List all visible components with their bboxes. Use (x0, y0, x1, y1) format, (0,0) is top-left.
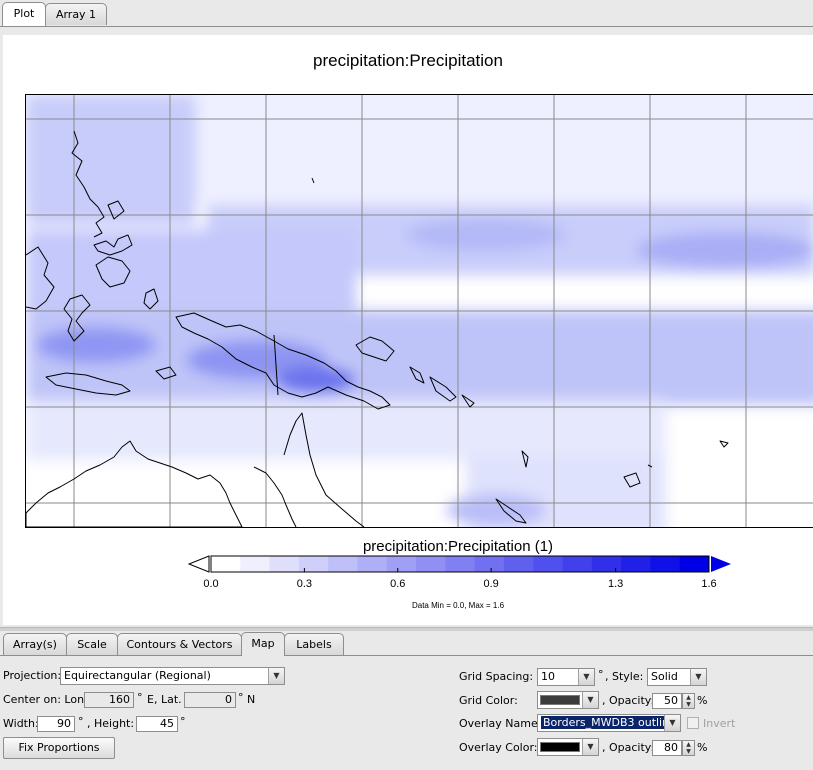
chevron-down-icon[interactable]: ▼ (690, 669, 706, 685)
grid-color-select[interactable]: ▼ (537, 691, 599, 709)
precip-core-north (406, 219, 566, 251)
percent-sign: % (697, 741, 708, 754)
precip-core-west (36, 327, 156, 363)
precip-core-newguinea (276, 366, 356, 394)
chevron-down-icon[interactable]: ▼ (664, 715, 680, 731)
projection-label: Projection: (3, 669, 62, 682)
colorbar-segment (328, 556, 358, 572)
center-lon-label: Center on: Lon. (3, 693, 88, 706)
grid-style-value: Solid (651, 670, 678, 683)
tab-contours-vectors[interactable]: Contours & Vectors (117, 633, 242, 655)
overlay-color-swatch (540, 742, 580, 752)
colorbar (187, 555, 731, 573)
colorbar-segment (386, 556, 417, 572)
center-lat-label: E, Lat. (147, 693, 182, 706)
north-label: N (247, 693, 256, 706)
projection-select[interactable]: Equirectangular (Regional) ▼ (60, 667, 285, 685)
colorbar-segment (533, 556, 564, 572)
plot-panel: precipitation:Precipitation precipitatio… (3, 35, 813, 625)
precip-west-mass (26, 230, 356, 320)
map-svg (26, 95, 813, 527)
invert-label: Invert (703, 717, 736, 730)
width-field[interactable]: 90 (37, 716, 75, 732)
colorbar-tick-label: 0.6 (390, 578, 406, 590)
grid-style-select[interactable]: Solid ▼ (647, 668, 707, 686)
colorbar-over-arrow (711, 556, 731, 572)
degree-symbol: ° (180, 715, 186, 728)
tab-arrays[interactable]: Array(s) (3, 633, 67, 655)
map-canvas[interactable] (25, 94, 813, 528)
coast-cape-york (253, 466, 297, 527)
colorbar-tick-label: 0.9 (483, 578, 499, 590)
colorbar-segment (240, 556, 271, 572)
grid-color-label: Grid Color: (459, 694, 518, 707)
chevron-down-icon[interactable]: ▼ (578, 669, 594, 685)
colorbar-segment (474, 556, 505, 572)
degree-symbol: ° (137, 691, 143, 704)
chevron-down-icon[interactable]: ▼ (582, 692, 598, 708)
invert-checkbox[interactable] (687, 717, 699, 729)
grid-spacing-value: 10 (541, 670, 555, 683)
colorbar-tick-label: 0.3 (296, 578, 313, 590)
width-label: Width: (3, 717, 39, 730)
grid-spacing-label: Grid Spacing: (459, 670, 534, 683)
overlay-name-select[interactable]: Borders_MWDB3 outline ▼ (537, 714, 681, 732)
center-lon-field[interactable]: 160 (84, 692, 134, 708)
colorbar-segment (298, 556, 329, 572)
chevron-down-icon[interactable]: ▼ (582, 739, 598, 755)
precip-core-east (636, 232, 813, 268)
grid-spacing-select[interactable]: 10 ▼ (537, 668, 595, 686)
colorbar-segment (445, 556, 476, 572)
degree-symbol: ° (598, 668, 604, 681)
colorbar-segment (679, 556, 710, 572)
grid-opacity-stepper[interactable]: ▲ ▼ (682, 693, 695, 709)
data-min-max: Data Min = 0.0, Max = 1.6 (411, 601, 505, 610)
height-field[interactable]: 45 (136, 716, 178, 732)
overlay-color-label: Overlay Color: (459, 741, 538, 754)
settings-tab-bar: Array(s) Scale Contours & Vectors Map La… (0, 631, 813, 656)
tab-map[interactable]: Map (241, 632, 285, 656)
colorbar-tick-label: 0.0 (203, 578, 219, 590)
top-tab-bar: Plot Array 1 (0, 0, 813, 27)
overlay-name-value: Borders_MWDB3 outline (541, 716, 678, 729)
colorbar-segment (269, 556, 300, 572)
colorbar-segment (357, 556, 388, 572)
colorbar-tick-label: 1.6 (701, 578, 717, 590)
center-lat-field[interactable]: 0 (184, 692, 236, 708)
colorbar-title: precipitation:Precipitation (1) (362, 538, 554, 555)
grid-color-swatch (540, 695, 580, 705)
projection-value: Equirectangular (Regional) (64, 669, 211, 682)
tab-array-1[interactable]: Array 1 (45, 3, 107, 25)
overlay-color-select[interactable]: ▼ (537, 738, 599, 756)
colorbar-under-arrow (187, 555, 210, 573)
height-label: , Height: (87, 717, 135, 730)
overlay-opacity-label: , Opacity: (602, 741, 655, 754)
degree-symbol: ° (238, 691, 244, 704)
tab-labels[interactable]: Labels (284, 633, 344, 655)
colorbar-segment (591, 556, 622, 572)
tab-scale[interactable]: Scale (66, 633, 118, 655)
overlay-opacity-field[interactable]: 80 (652, 740, 682, 756)
colorbar-segment (416, 556, 446, 572)
tab-plot[interactable]: Plot (2, 2, 46, 26)
degree-symbol: ° (78, 715, 84, 728)
colorbar-segment (211, 556, 241, 572)
overlay-name-label: Overlay Name: (459, 717, 542, 730)
precip-south-haze (26, 400, 666, 460)
chevron-down-icon[interactable]: ▼ (268, 668, 284, 684)
colorbar-segment (650, 556, 681, 572)
grid-opacity-label: , Opacity: (602, 694, 655, 707)
fix-proportions-button[interactable]: Fix Proportions (3, 737, 115, 759)
overlay-opacity-stepper[interactable]: ▲ ▼ (682, 740, 695, 756)
precip-band-south (26, 310, 813, 405)
coast-samoa (719, 440, 729, 448)
colorbar-segment (503, 556, 534, 572)
percent-sign: % (697, 694, 708, 707)
colorbar-segment (562, 556, 593, 572)
plot-title: precipitation:Precipitation (313, 51, 503, 70)
colorbar-segment (621, 556, 651, 572)
colorbar-tick-label: 1.3 (607, 578, 624, 590)
grid-opacity-field[interactable]: 50 (652, 693, 682, 709)
style-label: , Style: (605, 670, 644, 683)
